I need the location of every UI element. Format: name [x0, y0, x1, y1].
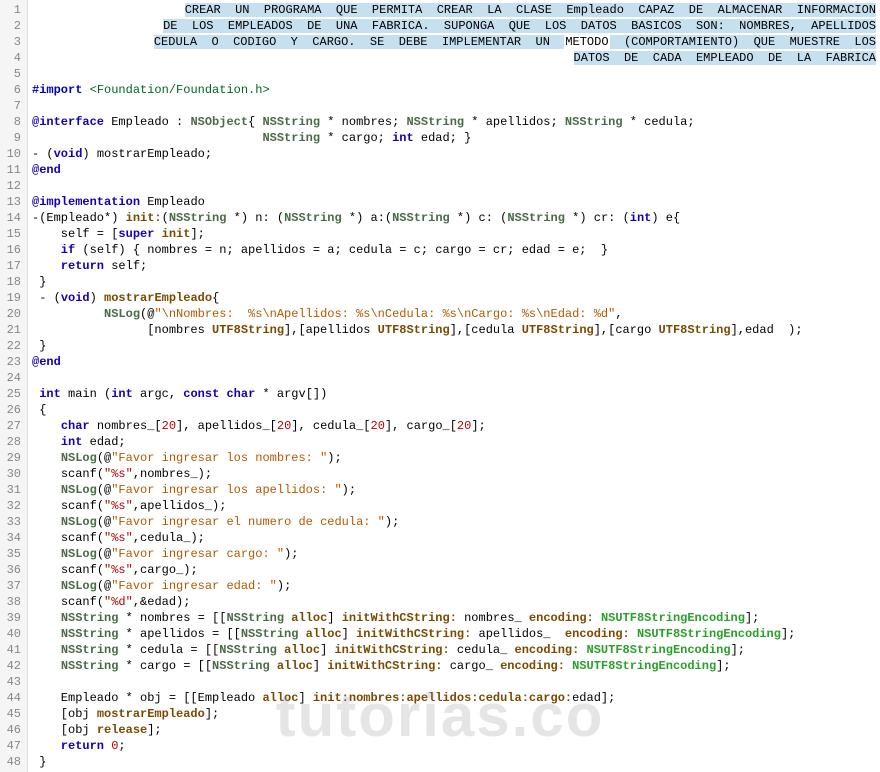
code-line: scanf("%d",&edad);	[32, 594, 876, 610]
code-line: self = [super init];	[32, 226, 876, 242]
line-number: 44	[2, 690, 21, 706]
code-line: return 0;	[32, 738, 876, 754]
code-line: [obj release];	[32, 722, 876, 738]
line-number: 48	[2, 754, 21, 770]
code-line: NSLog(@"Favor ingresar los nombres: ");	[32, 450, 876, 466]
code-line: @implementation Empleado	[32, 194, 876, 210]
line-number: 45	[2, 706, 21, 722]
code-line: int main (int argc, const char * argv[])	[32, 386, 876, 402]
line-number: 40	[2, 626, 21, 642]
line-number: 18	[2, 274, 21, 290]
line-number: 17	[2, 258, 21, 274]
line-number: 2	[2, 18, 21, 34]
line-number: 6	[2, 82, 21, 98]
line-number: 19	[2, 290, 21, 306]
code-line: @interface Empleado : NSObject{ NSString…	[32, 114, 876, 130]
line-number: 41	[2, 642, 21, 658]
code-line: NSString * nombres = [[NSString alloc] i…	[32, 610, 876, 626]
code-line: NSLog(@"\nNombres: %s\nApellidos: %s\nCe…	[32, 306, 876, 322]
code-line: }	[32, 338, 876, 354]
line-number: 32	[2, 498, 21, 514]
line-number: 15	[2, 226, 21, 242]
line-number: 35	[2, 546, 21, 562]
code-line: #import <Foundation/Foundation.h>	[32, 82, 876, 98]
code-line: NSString * cedula = [[NSString alloc] in…	[32, 642, 876, 658]
code-area[interactable]: CREAR UN PROGRAMA QUE PERMITA CREAR LA C…	[28, 0, 880, 772]
code-editor: 1234567891011121314151617181920212223242…	[0, 0, 880, 772]
header-line-2: DE LOS EMPLEADOS DE UNA FABRICA. SUPONGA…	[32, 18, 876, 34]
line-number: 8	[2, 114, 21, 130]
line-number: 22	[2, 338, 21, 354]
line-number: 10	[2, 146, 21, 162]
code-line: }	[32, 754, 876, 770]
line-number: 7	[2, 98, 21, 114]
line-number: 21	[2, 322, 21, 338]
line-number: 42	[2, 658, 21, 674]
line-number: 28	[2, 434, 21, 450]
code-line: char nombres_[20], apellidos_[20], cedul…	[32, 418, 876, 434]
code-line: return self;	[32, 258, 876, 274]
line-number: 9	[2, 130, 21, 146]
line-number: 3	[2, 34, 21, 50]
code-line: if (self) { nombres = n; apellidos = a; …	[32, 242, 876, 258]
line-number: 1	[2, 2, 21, 18]
line-number: 4	[2, 50, 21, 66]
code-line: NSString * cargo; int edad; }	[32, 130, 876, 146]
line-number: 46	[2, 722, 21, 738]
line-number: 38	[2, 594, 21, 610]
code-line: scanf("%s",apellidos_);	[32, 498, 876, 514]
code-line: Empleado * obj = [[Empleado alloc] init:…	[32, 690, 876, 706]
line-number: 27	[2, 418, 21, 434]
line-number: 29	[2, 450, 21, 466]
line-number-gutter: 1234567891011121314151617181920212223242…	[0, 0, 28, 772]
line-number: 16	[2, 242, 21, 258]
line-number: 23	[2, 354, 21, 370]
code-line: {	[32, 402, 876, 418]
code-line: NSString * apellidos = [[NSString alloc]…	[32, 626, 876, 642]
code-line: [obj mostrarEmpleado];	[32, 706, 876, 722]
line-number: 33	[2, 514, 21, 530]
code-line: scanf("%s",cargo_);	[32, 562, 876, 578]
line-number: 24	[2, 370, 21, 386]
header-line-1: CREAR UN PROGRAMA QUE PERMITA CREAR LA C…	[32, 2, 876, 18]
line-number: 31	[2, 482, 21, 498]
code-line: scanf("%s",cedula_);	[32, 530, 876, 546]
header-line-3: CEDULA O CODIGO Y CARGO. SE DEBE IMPLEME…	[32, 34, 876, 50]
code-line: }	[32, 274, 876, 290]
code-line: NSString * cargo = [[NSString alloc] ini…	[32, 658, 876, 674]
code-line: NSLog(@"Favor ingresar cargo: ");	[32, 546, 876, 562]
line-number: 13	[2, 194, 21, 210]
line-number: 5	[2, 66, 21, 82]
line-number: 20	[2, 306, 21, 322]
code-line: - (void) mostrarEmpleado;	[32, 146, 876, 162]
line-number: 12	[2, 178, 21, 194]
code-line: [nombres UTF8String],[apellidos UTF8Stri…	[32, 322, 876, 338]
code-line: - (void) mostrarEmpleado{	[32, 290, 876, 306]
code-line: -(Empleado*) init:(NSString *) n: (NSStr…	[32, 210, 876, 226]
line-number: 36	[2, 562, 21, 578]
code-line: @end	[32, 354, 876, 370]
line-number: 43	[2, 674, 21, 690]
code-line: NSLog(@"Favor ingresar el numero de cedu…	[32, 514, 876, 530]
line-number: 34	[2, 530, 21, 546]
code-line	[32, 178, 876, 194]
code-line	[32, 98, 876, 114]
code-line: @end	[32, 162, 876, 178]
code-line: NSLog(@"Favor ingresar los apellidos: ")…	[32, 482, 876, 498]
code-line	[32, 674, 876, 690]
code-line	[32, 370, 876, 386]
header-line-4: DATOS DE CADA EMPLEADO DE LA FABRICA	[32, 50, 876, 66]
code-line	[32, 66, 876, 82]
line-number: 11	[2, 162, 21, 178]
line-number: 37	[2, 578, 21, 594]
line-number: 39	[2, 610, 21, 626]
line-number: 25	[2, 386, 21, 402]
line-number: 30	[2, 466, 21, 482]
line-number: 26	[2, 402, 21, 418]
code-line: scanf("%s",nombres_);	[32, 466, 876, 482]
code-line: NSLog(@"Favor ingresar edad: ");	[32, 578, 876, 594]
code-line: int edad;	[32, 434, 876, 450]
line-number: 47	[2, 738, 21, 754]
line-number: 14	[2, 210, 21, 226]
